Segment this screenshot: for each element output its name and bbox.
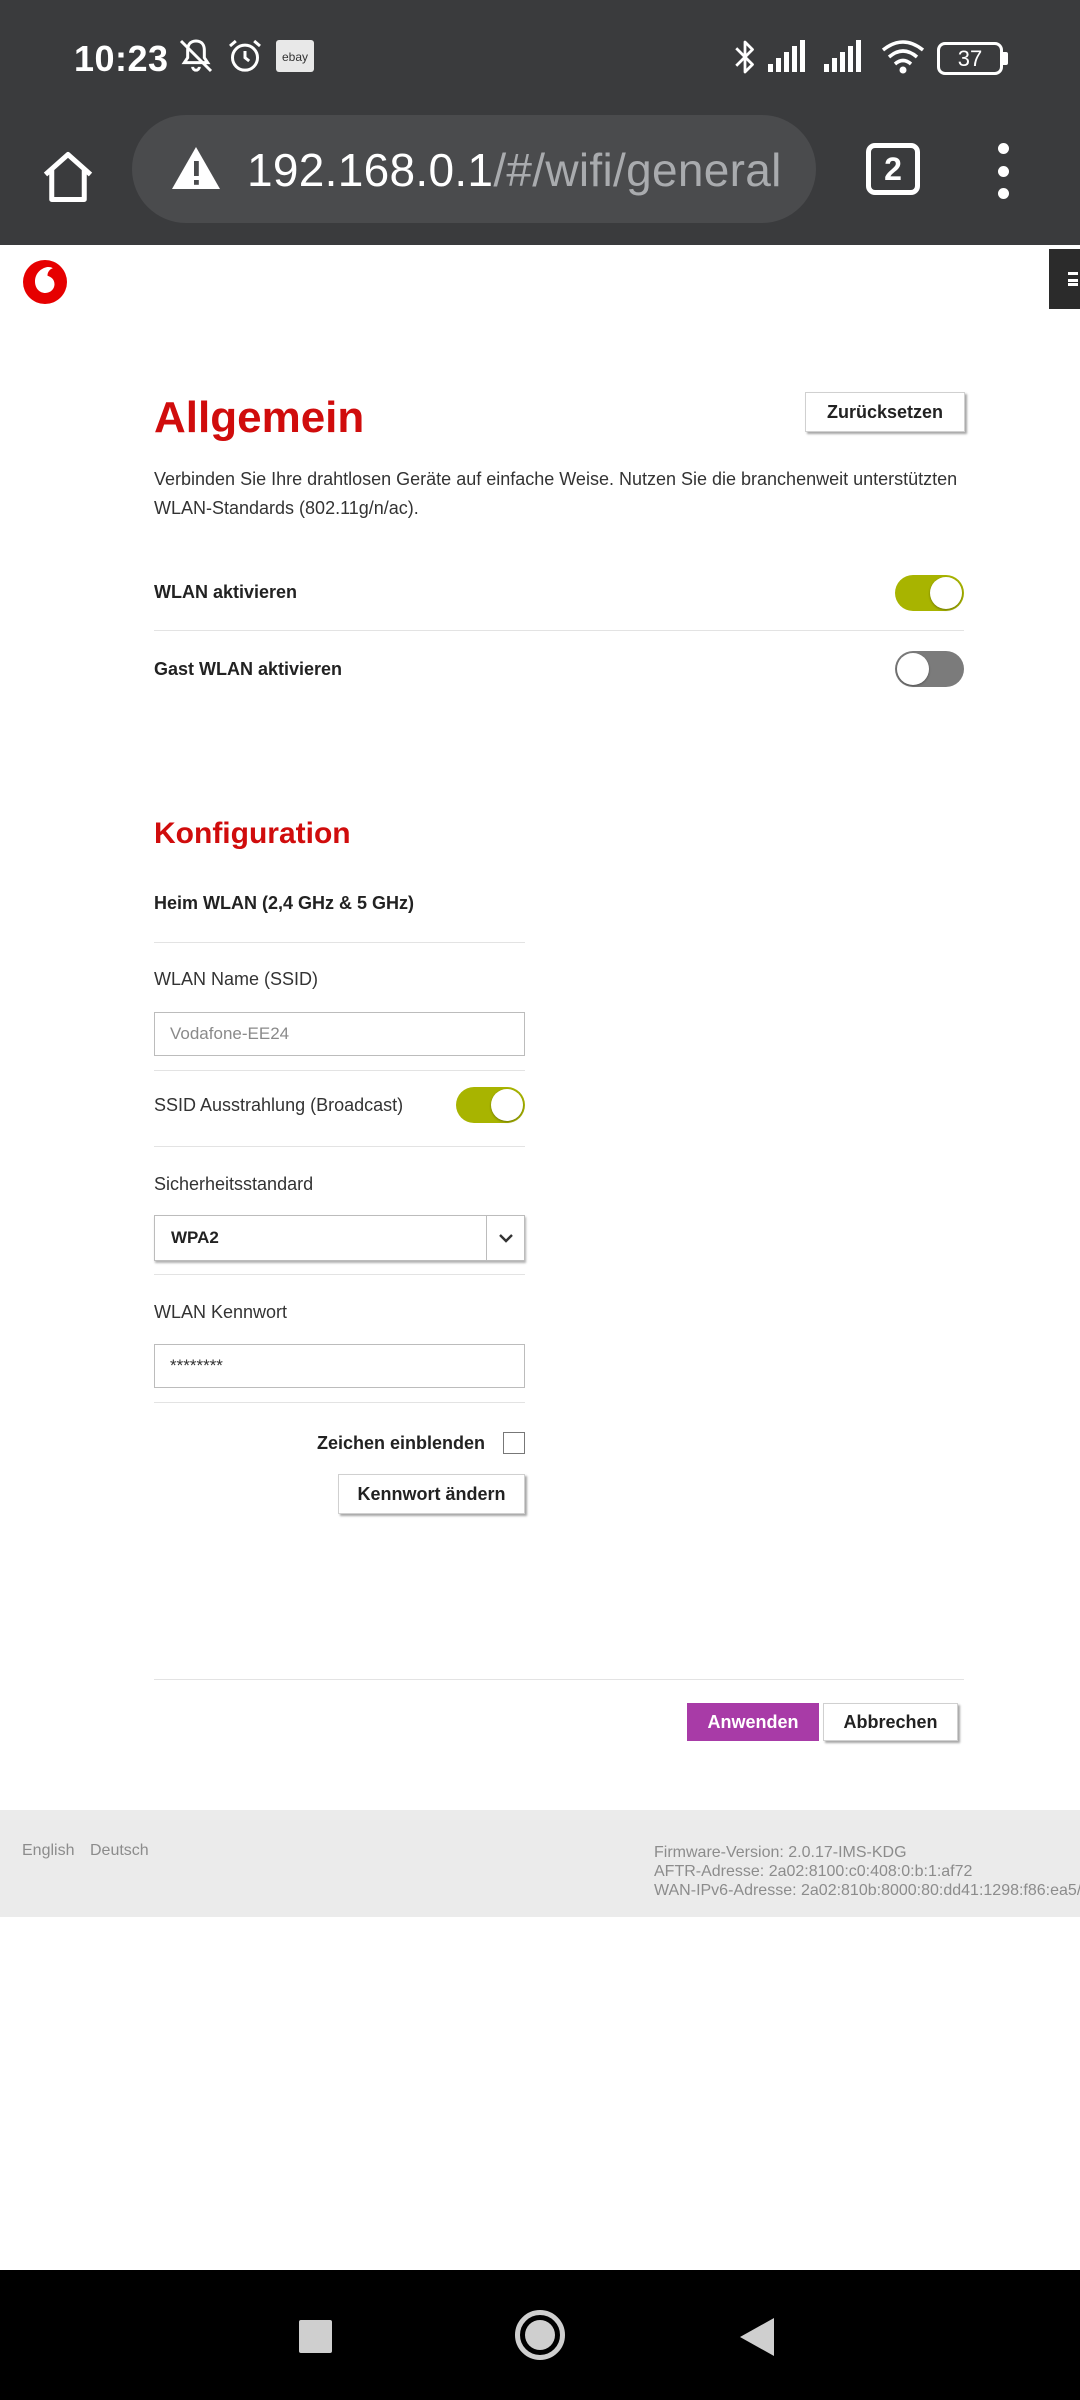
hamburger-icon (1068, 272, 1078, 286)
guest-wlan-label: Gast WLAN aktivieren (154, 658, 343, 679)
battery-icon: 37 (937, 42, 1003, 75)
browser-menu-button[interactable] (985, 143, 1021, 199)
divider (154, 1070, 525, 1071)
show-chars-row: Zeichen einblenden (154, 1428, 525, 1458)
wifi-icon (881, 40, 925, 74)
url-text: 192.168.0.1/#/wifi/general (247, 143, 782, 197)
device-info: Firmware-Version: 2.0.17-IMS-KDG AFTR-Ad… (654, 1843, 1080, 1900)
battery-tip (1003, 52, 1008, 65)
status-bar: 10:23 ebay 37 (0, 0, 1080, 115)
browser-toolbar: 192.168.0.1/#/wifi/general 2 (0, 115, 1080, 245)
intro-text: Verbinden Sie Ihre drahtlosen Geräte auf… (154, 469, 958, 518)
firmware-version: Firmware-Version: 2.0.17-IMS-KDG (654, 1844, 907, 1861)
password-input[interactable]: ******** (154, 1344, 525, 1388)
signal-icon (768, 40, 805, 72)
bluetooth-icon (735, 40, 754, 74)
apply-button[interactable]: Anwenden (687, 1703, 819, 1741)
wlan-enable-label: WLAN aktivieren (154, 582, 298, 602)
ssid-input[interactable]: Vodafone-EE24 (154, 1012, 525, 1056)
guest-wlan-row: Gast WLAN aktivieren (154, 631, 964, 707)
vodafone-logo[interactable] (22, 259, 68, 305)
change-password-button[interactable]: Kennwort ändern (338, 1474, 525, 1514)
divider (154, 1146, 525, 1147)
address-bar[interactable]: 192.168.0.1/#/wifi/general (132, 115, 816, 223)
show-chars-label: Zeichen einblenden (316, 1432, 485, 1453)
home-icon (43, 152, 93, 202)
ssid-broadcast-label: SSID Ausstrahlung (Broadcast) (154, 1094, 404, 1115)
wlan-enable-toggle[interactable] (895, 574, 964, 611)
warning-icon[interactable] (170, 145, 222, 191)
recents-button[interactable] (299, 2320, 332, 2353)
page-title: Allgemein (154, 393, 365, 442)
wan-ipv6-address: WAN-IPv6-Adresse: 2a02:810b:8000:80:dd41… (654, 1882, 1080, 1899)
aftr-address: AFTR-Adresse: 2a02:8100:c0:408:0:b:1:af7… (654, 1863, 973, 1880)
cancel-button[interactable]: Abbrechen (823, 1703, 958, 1741)
divider (154, 1679, 964, 1680)
signal-icon (824, 40, 861, 72)
system-nav-bar (0, 2270, 1080, 2400)
show-chars-checkbox[interactable] (503, 1432, 525, 1454)
security-label: Sicherheitsstandard (154, 1174, 314, 1194)
home-wlan-heading: Heim WLAN (2,4 GHz & 5 GHz) (154, 893, 525, 943)
alarm-icon (229, 39, 261, 72)
home-button[interactable] (32, 141, 104, 213)
reset-button[interactable]: Zurücksetzen (805, 392, 965, 432)
battery-level: 37 (957, 45, 983, 71)
divider (154, 1402, 525, 1403)
password-label: WLAN Kennwort (154, 1302, 288, 1322)
security-select[interactable]: WPA2 (154, 1215, 525, 1261)
security-value: WPA2 (171, 1228, 219, 1247)
url-path: /#/wifi/general (493, 144, 782, 196)
ssid-broadcast-toggle[interactable] (456, 1087, 525, 1123)
ssid-broadcast-row: SSID Ausstrahlung (Broadcast) (154, 1083, 525, 1127)
config-title: Konfiguration (154, 817, 351, 850)
ebay-icon: ebay (276, 40, 314, 72)
guest-wlan-toggle[interactable] (895, 651, 964, 687)
svg-text:ebay: ebay (282, 50, 308, 64)
ssid-label: WLAN Name (SSID) (154, 969, 319, 989)
home-nav-button[interactable] (515, 2310, 565, 2360)
url-host: 192.168.0.1 (247, 144, 494, 196)
wlan-enable-row: WLAN aktivieren (154, 555, 964, 631)
status-time: 10:23 (74, 38, 169, 79)
chevron-down-icon[interactable] (486, 1216, 524, 1260)
router-page: Allgemein Zurücksetzen Verbinden Sie Ihr… (0, 245, 1080, 2270)
divider (154, 1274, 525, 1275)
notifications-muted-icon (179, 39, 213, 73)
side-menu-toggle[interactable] (1049, 249, 1080, 309)
page-footer: English Deutsch Firmware-Version: 2.0.17… (0, 1810, 1080, 1917)
back-button[interactable] (740, 2318, 774, 2356)
language-deutsch-link[interactable]: Deutsch (90, 1842, 149, 1860)
tab-switcher-button[interactable]: 2 (866, 143, 920, 195)
language-english-link[interactable]: English (22, 1842, 74, 1860)
